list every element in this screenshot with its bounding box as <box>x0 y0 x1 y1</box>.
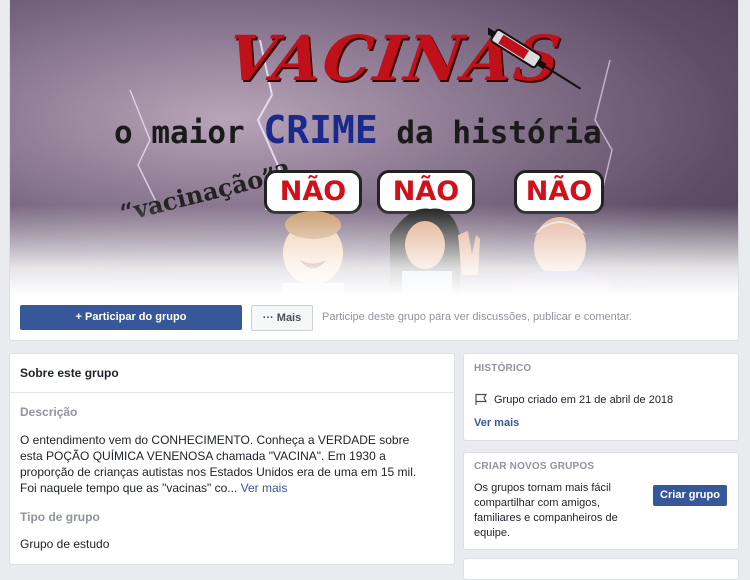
create-groups-text: Os grupos tornam mais fácil compartilhar… <box>474 482 618 539</box>
more-label: Mais <box>276 312 302 324</box>
more-button[interactable]: ··· Mais <box>251 305 313 331</box>
create-groups-card: CRIAR NOVOS GRUPOS Os grupos tornam mais… <box>463 452 739 550</box>
syringe-icon <box>488 26 582 90</box>
cover-subtitle: o maior CRIME da história <box>114 108 654 152</box>
description-label: Descrição <box>20 405 78 419</box>
subtitle-pre: o maior <box>114 115 264 151</box>
cover-fade <box>10 205 738 295</box>
subtitle-crime: CRIME <box>263 108 378 152</box>
subtitle-post: da história <box>377 115 602 151</box>
about-title: Sobre este grupo <box>10 354 454 393</box>
sidebar-card-partial <box>463 558 739 580</box>
group-type-label: Tipo de grupo <box>20 510 100 524</box>
group-header-card: VACINAS o maior CRIME da história “vacin… <box>9 0 739 341</box>
description-text: O entendimento vem do CONHECIMENTO. Conh… <box>20 432 430 496</box>
create-groups-title: CRIAR NOVOS GRUPOS <box>474 461 595 472</box>
description-see-more-link[interactable]: Ver mais <box>241 481 288 495</box>
history-see-more-link[interactable]: Ver mais <box>474 417 519 429</box>
history-title: HISTÓRICO <box>474 363 532 374</box>
join-hint-text: Participe deste grupo para ver discussõe… <box>322 311 632 323</box>
history-card: HISTÓRICO Grupo criado em 21 de abril de… <box>463 353 739 441</box>
about-group-card: Sobre este grupo Descrição O entendiment… <box>9 353 455 565</box>
flag-icon <box>475 393 488 405</box>
cover-photo[interactable]: VACINAS o maior CRIME da história “vacin… <box>10 0 738 295</box>
history-created-text: Grupo criado em 21 de abril de 2018 <box>494 394 674 406</box>
description-body: O entendimento vem do CONHECIMENTO. Conh… <box>20 433 417 495</box>
group-type-value: Grupo de estudo <box>20 537 110 551</box>
create-group-button[interactable]: Criar grupo <box>653 485 727 506</box>
ellipsis-icon: ··· <box>262 312 277 324</box>
history-created-row: Grupo criado em 21 de abril de 2018 <box>474 393 673 406</box>
plus-icon: + <box>75 311 85 323</box>
join-group-label: Participar do grupo <box>85 311 187 323</box>
join-group-button[interactable]: + Participar do grupo <box>20 305 242 330</box>
